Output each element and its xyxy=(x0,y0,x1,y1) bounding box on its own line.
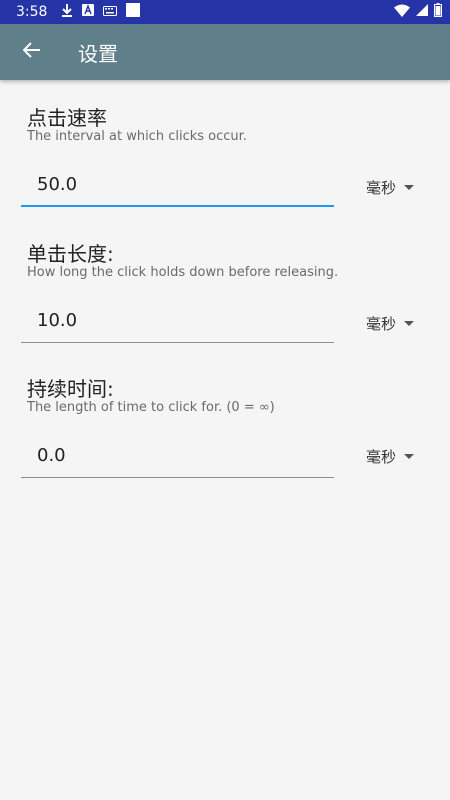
app-bar: 设置 xyxy=(0,24,450,80)
status-time: 3:58 xyxy=(16,4,48,20)
dropdown-arrow-icon xyxy=(404,185,415,190)
click-rate-unit-dropdown[interactable]: 毫秒 xyxy=(366,177,415,198)
setting-description: How long the click holds down before rel… xyxy=(27,265,339,280)
app-notification-icon xyxy=(126,3,141,21)
setting-description: The length of time to click for. (0 = ∞) xyxy=(27,400,275,415)
setting-label: 点击速率 xyxy=(27,106,107,130)
click-length-unit-dropdown[interactable]: 毫秒 xyxy=(366,313,415,334)
signal-icon xyxy=(416,4,428,20)
wifi-icon xyxy=(394,4,410,21)
unit-label: 毫秒 xyxy=(366,179,397,197)
click-length-input[interactable]: 10.0 xyxy=(21,299,334,343)
back-button[interactable] xyxy=(4,24,60,80)
click-rate-input[interactable]: 50.0 xyxy=(21,163,334,207)
font-icon xyxy=(82,4,95,20)
page-title: 设置 xyxy=(78,41,118,66)
status-bar: 3:58 xyxy=(0,0,450,24)
setting-label: 持续时间: xyxy=(27,377,114,401)
back-arrow-icon xyxy=(22,42,41,62)
setting-description: The interval at which clicks occur. xyxy=(27,129,247,144)
unit-label: 毫秒 xyxy=(366,315,397,333)
unit-label: 毫秒 xyxy=(366,448,397,466)
setting-label: 单击长度: xyxy=(27,242,114,266)
duration-unit-dropdown[interactable]: 毫秒 xyxy=(366,446,415,467)
dropdown-arrow-icon xyxy=(404,321,415,326)
download-icon xyxy=(61,3,73,21)
keyboard-icon xyxy=(103,4,118,20)
duration-input[interactable]: 0.0 xyxy=(21,434,334,478)
dropdown-arrow-icon xyxy=(404,454,415,459)
battery-icon xyxy=(434,3,442,21)
